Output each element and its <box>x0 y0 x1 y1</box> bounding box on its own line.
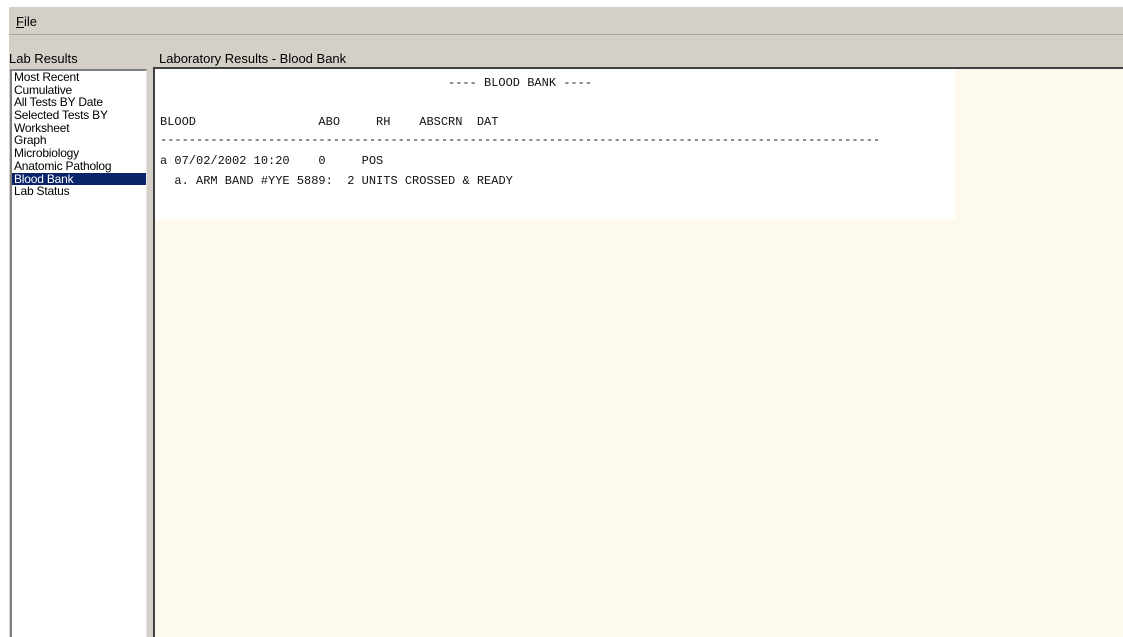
menu-file-mnemonic: F <box>16 14 24 29</box>
report-result-row: a 07/02/2002 10:20 0 POS <box>160 154 384 168</box>
report-title: Laboratory Results - Blood Bank <box>159 51 347 66</box>
menu-file-rest: ile <box>23 14 37 29</box>
report-text-area: ---- BLOOD BANK ---- BLOOD ABO RH ABSCRN… <box>155 69 955 219</box>
lab-results-window: File Lab Results Laboratory Results - Bl… <box>9 7 1123 637</box>
lab-results-list[interactable]: Most Recent Cumulative All Tests BY Date… <box>10 69 147 637</box>
list-item-graph[interactable]: Graph <box>12 134 146 147</box>
list-item-all-tests-by-date[interactable]: All Tests BY Date <box>12 96 146 109</box>
report-heading: ---- BLOOD BANK ---- <box>448 76 593 90</box>
menu-bar: File <box>9 7 1123 35</box>
list-item-microbiology[interactable]: Microbiology <box>12 147 146 160</box>
list-item-blood-bank[interactable]: Blood Bank <box>12 172 146 186</box>
list-item-worksheet[interactable]: Worksheet <box>12 122 146 135</box>
list-item-lab-status[interactable]: Lab Status <box>12 185 146 198</box>
report-comment: a. ARM BAND #YYE 5889: 2 UNITS CROSSED &… <box>160 174 513 188</box>
report-pane[interactable]: ---- BLOOD BANK ---- BLOOD ABO RH ABSCRN… <box>153 67 1123 637</box>
report-separator: ----------------------------------------… <box>160 133 881 147</box>
lab-results-label: Lab Results <box>9 51 78 66</box>
menu-file[interactable]: File <box>13 13 40 30</box>
list-item-selected-tests-by[interactable]: Selected Tests BY <box>12 109 146 122</box>
list-item-most-recent[interactable]: Most Recent <box>12 71 146 84</box>
report-column-headers: BLOOD ABO RH ABSCRN DAT <box>160 115 499 129</box>
list-item-anatomic-pathology[interactable]: Anatomic Patholog <box>12 160 146 173</box>
list-item-cumulative[interactable]: Cumulative <box>12 84 146 97</box>
